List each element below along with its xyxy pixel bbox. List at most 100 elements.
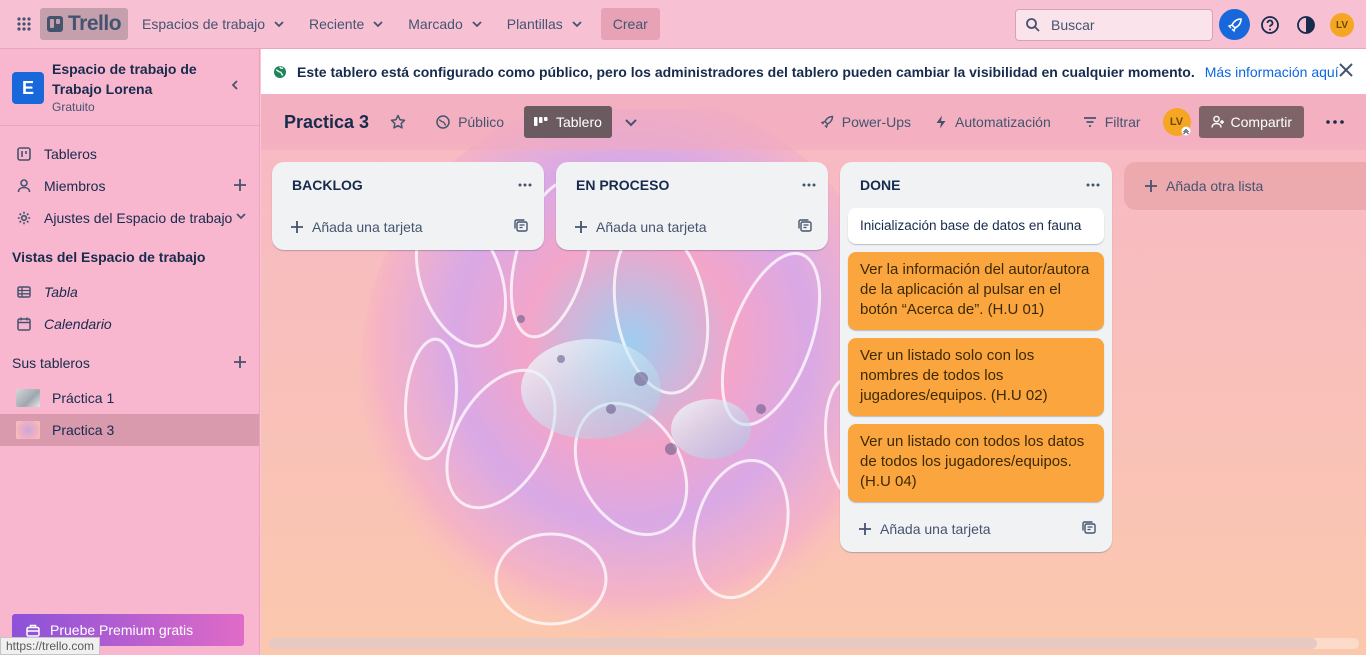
theme-toggle-icon[interactable] bbox=[1291, 10, 1321, 40]
notifications-rocket-icon[interactable] bbox=[1219, 9, 1250, 40]
nav-label: Reciente bbox=[309, 16, 365, 32]
admin-chevron-icon bbox=[1181, 126, 1191, 136]
add-card-button[interactable]: Añada una tarjeta bbox=[272, 208, 544, 246]
add-board-icon[interactable] bbox=[233, 355, 247, 369]
nav-recent[interactable]: Reciente bbox=[299, 8, 394, 40]
horizontal-scrollbar[interactable] bbox=[269, 638, 1359, 649]
person-icon bbox=[16, 179, 32, 193]
trello-logo[interactable]: Trello bbox=[40, 8, 129, 40]
powerups-label: Power-Ups bbox=[841, 114, 912, 130]
list-menu-icon[interactable] bbox=[802, 183, 816, 187]
scrollbar-thumb[interactable] bbox=[269, 638, 1317, 649]
trello-logo-icon bbox=[47, 16, 63, 32]
avatar-initials: LV bbox=[1330, 13, 1354, 37]
nav-templates[interactable]: Plantillas bbox=[497, 8, 593, 40]
card[interactable]: Ver un listado solo con los nombres de t… bbox=[848, 338, 1104, 416]
add-member-icon[interactable] bbox=[233, 178, 247, 192]
search-placeholder: Buscar bbox=[1051, 17, 1095, 33]
list-title[interactable]: BACKLOG bbox=[292, 177, 363, 193]
star-board-icon[interactable] bbox=[380, 106, 416, 138]
list-menu-icon[interactable] bbox=[518, 183, 532, 187]
card[interactable]: Ver la información del autor/autora de l… bbox=[848, 252, 1104, 330]
card[interactable]: Ver un listado con todos los datos de to… bbox=[848, 424, 1104, 502]
sidebar-item-calendar-view[interactable]: Calendario bbox=[0, 308, 259, 340]
filter-button[interactable]: Filtrar bbox=[1073, 106, 1151, 138]
app-switcher-icon[interactable] bbox=[8, 8, 40, 40]
chevron-down-icon bbox=[472, 21, 482, 28]
sidebar-item-label: Tableros bbox=[44, 146, 97, 162]
browser-status-url: https://trello.com bbox=[0, 637, 101, 655]
list-title[interactable]: DONE bbox=[860, 177, 900, 193]
chevron-down-icon bbox=[373, 21, 383, 28]
workspace-name[interactable]: Espacio de trabajo de Trabajo Lorena bbox=[52, 59, 212, 99]
board-view-button[interactable]: Tablero bbox=[523, 106, 612, 138]
filter-label: Filtrar bbox=[1104, 114, 1141, 130]
premium-label: Pruebe Premium gratis bbox=[50, 622, 194, 638]
sidebar-item-label: Calendario bbox=[44, 316, 112, 332]
list-menu-icon[interactable] bbox=[1086, 183, 1100, 187]
briefcase-icon bbox=[26, 624, 40, 637]
sidebar-item-members[interactable]: Miembros bbox=[0, 170, 259, 202]
list-done: DONE Inicialización base de datos en fau… bbox=[840, 162, 1112, 552]
close-icon[interactable] bbox=[1338, 62, 1354, 78]
nav-label: Espacios de trabajo bbox=[142, 16, 265, 32]
automation-button[interactable]: Automatización bbox=[925, 106, 1061, 138]
nav-starred[interactable]: Marcado bbox=[398, 8, 492, 40]
sidebar-item-label: Miembros bbox=[44, 178, 106, 194]
sidebar-item-boards[interactable]: Tableros bbox=[0, 138, 259, 170]
nav-workspaces[interactable]: Espacios de trabajo bbox=[132, 8, 295, 40]
list-header[interactable]: BACKLOG bbox=[272, 162, 544, 208]
boards-heading: Sus tableros bbox=[0, 344, 259, 382]
board-header: Practica 3 Público Tablero Power-Ups Aut… bbox=[261, 94, 1366, 150]
sidebar-item-settings[interactable]: Ajustes del Espacio de trabajo bbox=[0, 202, 259, 234]
card-template-icon[interactable] bbox=[1082, 521, 1096, 535]
views-heading-label: Vistas del Espacio de trabajo bbox=[12, 249, 206, 265]
card[interactable]: Inicialización base de datos en fauna bbox=[848, 208, 1104, 244]
globe-icon bbox=[436, 115, 450, 129]
sidebar-item-label: Tabla bbox=[44, 284, 78, 300]
add-card-button[interactable]: Añada una tarjeta bbox=[556, 208, 828, 246]
board-menu-icon[interactable] bbox=[1316, 106, 1354, 138]
powerups-button[interactable]: Power-Ups bbox=[810, 106, 921, 138]
add-card-button[interactable]: Añada una tarjeta bbox=[840, 510, 1112, 548]
board-member-avatar[interactable]: LV bbox=[1159, 106, 1195, 138]
sidebar-board-practica-3[interactable]: Practica 3 bbox=[0, 414, 259, 446]
sidebar-item-table-view[interactable]: Tabla bbox=[0, 276, 259, 308]
plus-icon bbox=[291, 221, 303, 233]
workspace-avatar: E bbox=[12, 72, 44, 104]
board-view-icon bbox=[533, 117, 548, 126]
add-card-label: Añada una tarjeta bbox=[596, 219, 707, 235]
account-avatar[interactable]: LV bbox=[1327, 10, 1357, 40]
logo-text: Trello bbox=[68, 12, 122, 35]
chevron-down-icon bbox=[572, 21, 582, 28]
add-list-button[interactable]: Añada otra lista bbox=[1124, 162, 1366, 210]
create-button[interactable]: Crear bbox=[600, 8, 660, 40]
rocket-icon bbox=[820, 115, 833, 129]
list-header[interactable]: EN PROCESO bbox=[556, 162, 828, 208]
plus-icon bbox=[1145, 180, 1157, 192]
search-input[interactable]: Buscar bbox=[1015, 9, 1213, 41]
chevron-down-icon[interactable] bbox=[235, 210, 247, 222]
card-template-icon[interactable] bbox=[798, 219, 812, 233]
list-backlog: BACKLOG Añada una tarjeta bbox=[272, 162, 544, 250]
calendar-icon bbox=[16, 317, 32, 331]
board-icon bbox=[16, 147, 32, 161]
add-list-label: Añada otra lista bbox=[1166, 178, 1264, 194]
card-template-icon[interactable] bbox=[514, 219, 528, 233]
views-heading: Vistas del Espacio de trabajo bbox=[0, 238, 259, 276]
board-title[interactable]: Practica 3 bbox=[273, 112, 380, 133]
plus-icon bbox=[575, 221, 587, 233]
sidebar-item-label: Práctica 1 bbox=[52, 390, 115, 406]
sidebar-item-label: Ajustes del Espacio de trabajo bbox=[44, 210, 233, 226]
view-switcher-chevron-icon[interactable] bbox=[614, 106, 648, 138]
share-button[interactable]: Compartir bbox=[1198, 106, 1304, 138]
filter-icon bbox=[1083, 117, 1096, 127]
list-title[interactable]: EN PROCESO bbox=[576, 177, 669, 193]
collapse-sidebar-icon[interactable] bbox=[229, 79, 241, 91]
learn-more-link[interactable]: Más información aquí bbox=[1205, 64, 1339, 80]
search-icon bbox=[1026, 18, 1040, 32]
list-header[interactable]: DONE bbox=[840, 162, 1112, 208]
sidebar-board-practica-1[interactable]: Práctica 1 bbox=[0, 382, 259, 414]
visibility-button[interactable]: Público bbox=[426, 106, 514, 138]
help-icon[interactable] bbox=[1255, 10, 1285, 40]
